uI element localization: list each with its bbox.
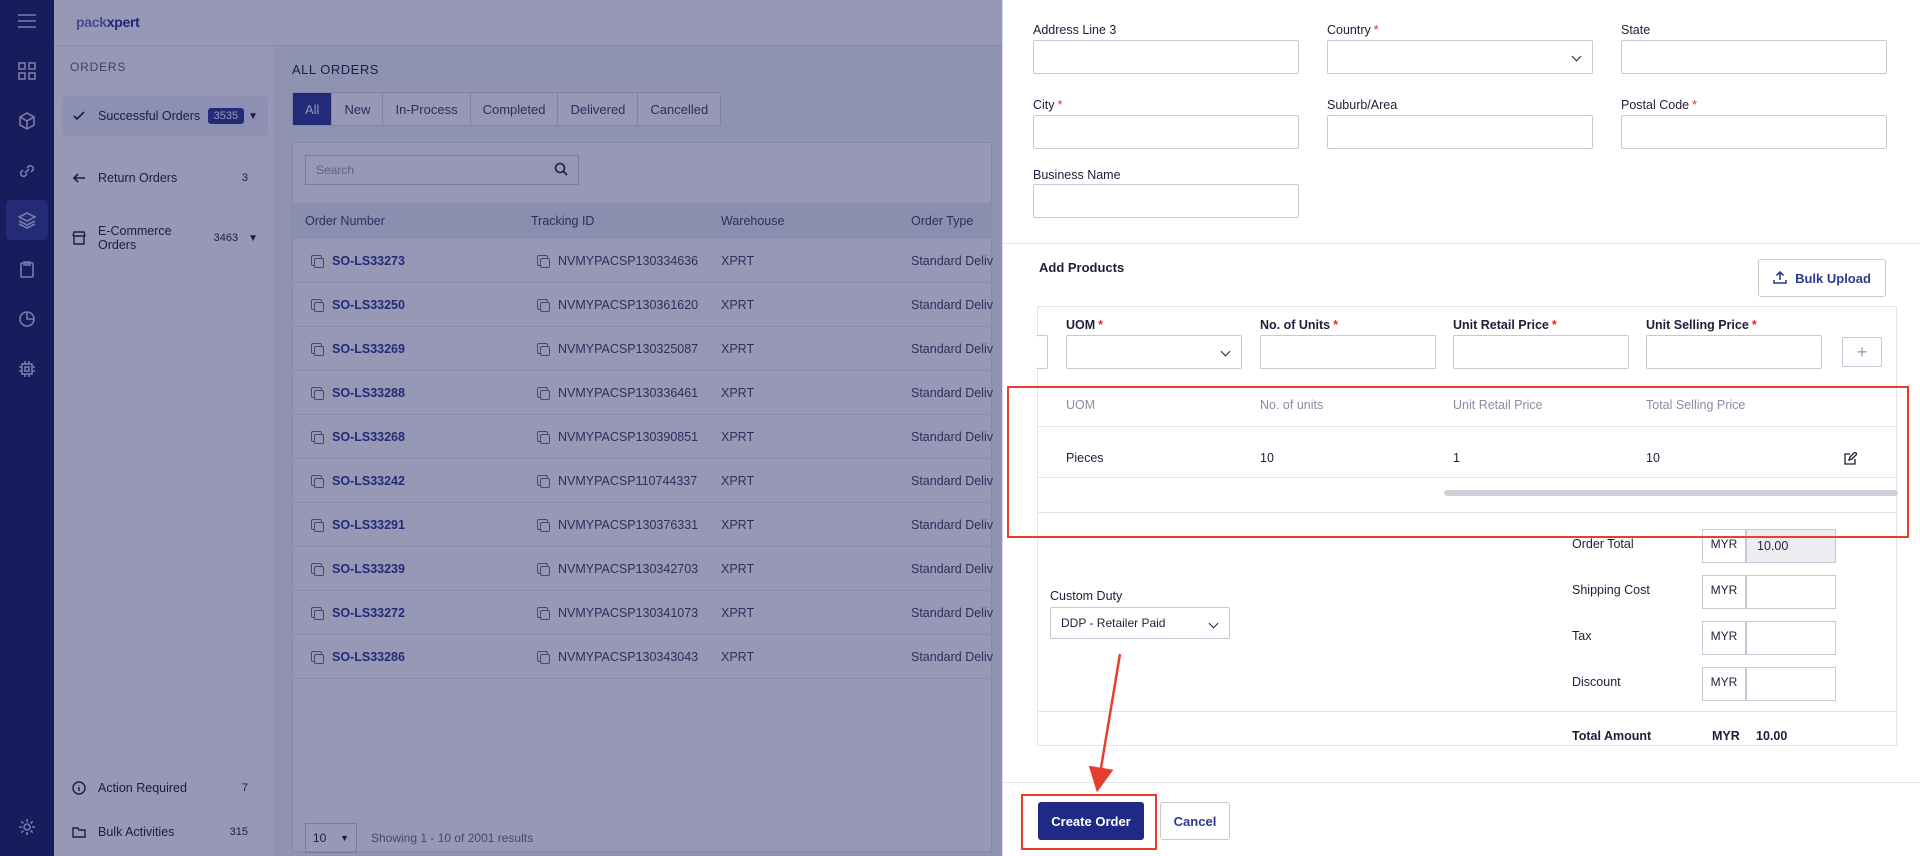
tax-input[interactable] <box>1746 621 1836 655</box>
postal-code-input[interactable] <box>1621 115 1887 149</box>
uom-label: UOM * <box>1066 318 1104 332</box>
uom-select[interactable] <box>1066 335 1242 369</box>
discount-label: Discount <box>1572 675 1621 689</box>
create-order-drawer: Address Line 3 Country * State City * Subu… <box>1002 0 1920 856</box>
order-total-label: Order Total <box>1572 537 1634 551</box>
upload-icon <box>1773 270 1787 287</box>
bulk-upload-label: Bulk Upload <box>1795 270 1871 286</box>
product-field-truncated[interactable] <box>1036 335 1048 369</box>
state-input[interactable] <box>1621 40 1887 74</box>
retail-price-label: Unit Retail Price * <box>1453 318 1557 332</box>
currency-label: MYR <box>1702 575 1746 609</box>
city-label: City * <box>1033 98 1063 112</box>
highlight-box <box>1007 386 1909 538</box>
currency-label: MYR <box>1702 667 1746 701</box>
postal-code-label: Postal Code * <box>1621 98 1697 112</box>
add-product-icon[interactable]: + <box>1842 337 1882 367</box>
divider <box>1003 243 1920 244</box>
address-line-3-input[interactable] <box>1033 40 1299 74</box>
bulk-upload-button[interactable]: Bulk Upload <box>1758 259 1886 297</box>
country-label: Country * <box>1327 23 1379 37</box>
business-name-label: Business Name <box>1033 168 1121 182</box>
custom-duty-select[interactable]: DDP - Retailer Paid <box>1050 607 1230 639</box>
cancel-button[interactable]: Cancel <box>1160 802 1230 840</box>
retail-price-input[interactable] <box>1453 335 1629 369</box>
units-label: No. of Units * <box>1260 318 1339 332</box>
divider <box>1003 782 1920 783</box>
total-amount-currency: MYR <box>1712 729 1740 743</box>
selling-price-label: Unit Selling Price * <box>1646 318 1757 332</box>
custom-duty-label: Custom Duty <box>1050 589 1123 603</box>
total-amount-value: 10.00 <box>1756 729 1788 743</box>
shipping-cost-input[interactable] <box>1746 575 1836 609</box>
business-name-input[interactable] <box>1033 184 1299 218</box>
modal-backdrop[interactable] <box>0 0 1002 856</box>
total-amount-label: Total Amount <box>1572 729 1652 743</box>
suburb-label: Suburb/Area <box>1327 98 1398 112</box>
tax-label: Tax <box>1572 629 1592 643</box>
add-products-title: Add Products <box>1039 260 1125 275</box>
country-select[interactable] <box>1327 40 1593 74</box>
state-label: State <box>1621 23 1651 37</box>
shipping-cost-label: Shipping Cost <box>1572 583 1650 597</box>
address-line-3-label: Address Line 3 <box>1033 23 1117 37</box>
custom-duty-value: DDP - Retailer Paid <box>1061 616 1166 630</box>
city-input[interactable] <box>1033 115 1299 149</box>
suburb-input[interactable] <box>1327 115 1593 149</box>
selling-price-input[interactable] <box>1646 335 1822 369</box>
create-order-button[interactable]: Create Order <box>1038 802 1144 840</box>
units-input[interactable] <box>1260 335 1436 369</box>
discount-input[interactable] <box>1746 667 1836 701</box>
divider <box>1038 711 1898 712</box>
currency-label: MYR <box>1702 621 1746 655</box>
